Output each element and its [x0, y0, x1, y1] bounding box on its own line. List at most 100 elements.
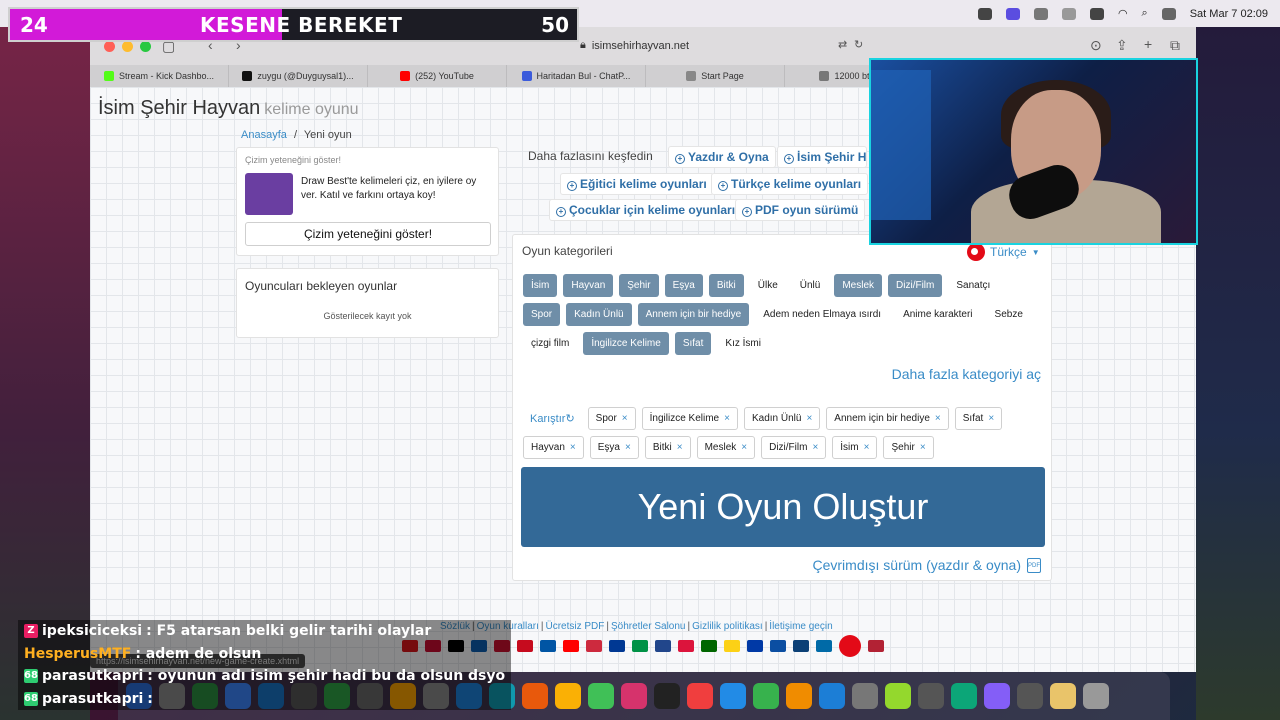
- flag-icon[interactable]: [701, 640, 717, 652]
- flag-icon[interactable]: [609, 640, 625, 652]
- browser-tab[interactable]: Start Page: [646, 65, 785, 87]
- dock-app-icon[interactable]: [984, 683, 1010, 709]
- category-toggle[interactable]: Dizi/Film: [888, 274, 943, 297]
- selected-category-chip[interactable]: Hayvan ×: [523, 436, 584, 459]
- menubar-clock[interactable]: Sat Mar 7 02:09: [1190, 8, 1268, 20]
- remove-icon[interactable]: ×: [988, 413, 994, 424]
- category-toggle[interactable]: Annem için bir hediye: [637, 303, 750, 326]
- new-tab-icon[interactable]: +: [1144, 36, 1152, 52]
- selected-category-chip[interactable]: Kadın Ünlü ×: [743, 407, 821, 430]
- flag-icon[interactable]: [793, 640, 809, 652]
- category-toggle[interactable]: İngilizce Kelime: [583, 332, 669, 355]
- footer-link[interactable]: Gizlilik politikası: [692, 621, 763, 632]
- address-bar[interactable]: 🔒︎ isimsehirhayvan.net: [580, 39, 689, 52]
- reload-icon[interactable]: ↻: [854, 38, 863, 51]
- discover-link-children[interactable]: + Çocuklar için kelime oyunları: [549, 199, 743, 221]
- remove-icon[interactable]: ×: [812, 442, 818, 453]
- remove-icon[interactable]: ×: [806, 413, 812, 424]
- category-toggle[interactable]: İsim: [523, 274, 558, 297]
- dock-app-icon[interactable]: [786, 683, 812, 709]
- remove-icon[interactable]: ×: [724, 413, 730, 424]
- draw-best-button[interactable]: Çizim yeteneğini göster!: [245, 222, 491, 246]
- screen-record-icon[interactable]: [1005, 7, 1020, 20]
- remove-icon[interactable]: ×: [570, 442, 576, 453]
- category-toggle[interactable]: Sanatçı: [948, 274, 998, 297]
- category-toggle[interactable]: Sıfat: [674, 332, 712, 355]
- status-icon[interactable]: [977, 7, 992, 20]
- wifi-icon[interactable]: ◠: [1118, 7, 1128, 20]
- discover-link-ish[interactable]: +İsim Şehir Hay: [777, 146, 867, 168]
- cloud-icon[interactable]: [1061, 7, 1076, 20]
- flag-icon[interactable]: [632, 640, 648, 652]
- breadcrumb-home-link[interactable]: Anasayfa: [241, 129, 287, 141]
- discover-link-educational[interactable]: + Eğitici kelime oyunları: [560, 173, 714, 195]
- language-selector[interactable]: Türkçe ▼: [967, 243, 1040, 261]
- category-toggle[interactable]: Anime karakteri: [895, 303, 980, 326]
- browser-tab[interactable]: zuygu (@Duyguysal1)...: [229, 65, 368, 87]
- shuffle-button[interactable]: Karıştır ↻: [523, 407, 582, 430]
- remove-icon[interactable]: ×: [935, 413, 941, 424]
- flag-icon[interactable]: [816, 640, 832, 652]
- dock-app-icon[interactable]: [555, 683, 581, 709]
- chat-username[interactable]: ipeksiciceksi: [42, 623, 142, 639]
- flag-icon[interactable]: [724, 640, 740, 652]
- dock-app-icon[interactable]: [951, 683, 977, 709]
- flag-icon[interactable]: [747, 640, 763, 652]
- tab-overview-icon[interactable]: ⧉: [1170, 37, 1180, 54]
- search-icon[interactable]: ⌕: [1142, 7, 1148, 20]
- flag-icon[interactable]: [540, 640, 556, 652]
- flag-icon[interactable]: [839, 635, 861, 657]
- category-toggle[interactable]: Spor: [523, 303, 561, 326]
- category-toggle[interactable]: Eşya: [664, 274, 703, 297]
- close-window-button[interactable]: [104, 41, 115, 52]
- selected-category-chip[interactable]: Annem için bir hediye ×: [826, 407, 949, 430]
- selected-category-chip[interactable]: Spor ×: [587, 407, 636, 430]
- chat-username[interactable]: parasutkapri: [42, 668, 143, 684]
- dock-app-icon[interactable]: [819, 683, 845, 709]
- selected-category-chip[interactable]: Dizi/Film ×: [761, 436, 827, 459]
- zoom-window-button[interactable]: [140, 41, 151, 52]
- remove-icon[interactable]: ×: [920, 442, 926, 453]
- discover-link-print-play[interactable]: + Yazdır & Oyna: [668, 146, 776, 168]
- discover-link-turkish[interactable]: + Türkçe kelime oyunları: [711, 173, 869, 195]
- flag-icon[interactable]: [563, 640, 579, 652]
- category-toggle[interactable]: Ünlü: [792, 274, 829, 297]
- offline-version-link[interactable]: Çevrimdışı sürüm (yazdır & oyna) PDF: [813, 557, 1041, 573]
- site-title[interactable]: İsim Şehir Hayvan kelime oyunu: [98, 97, 359, 120]
- selected-category-chip[interactable]: İngilizce Kelime ×: [641, 407, 738, 430]
- grid-icon[interactable]: [1033, 7, 1048, 20]
- chat-username[interactable]: parasutkapri: [42, 691, 143, 707]
- remove-icon[interactable]: ×: [864, 442, 870, 453]
- selected-category-chip[interactable]: Eşya ×: [589, 436, 639, 459]
- category-toggle[interactable]: çizgi film: [523, 332, 577, 355]
- dock-app-icon[interactable]: [522, 683, 548, 709]
- browser-tab[interactable]: Haritadan Bul - ChatP...: [507, 65, 646, 87]
- dock-app-icon[interactable]: [588, 683, 614, 709]
- selected-category-chip[interactable]: İsim ×: [832, 436, 878, 459]
- flag-icon[interactable]: [655, 640, 671, 652]
- footer-link[interactable]: İletişime geçin: [769, 621, 832, 632]
- selected-category-chip[interactable]: Bitki ×: [644, 436, 691, 459]
- dock-app-icon[interactable]: [852, 683, 878, 709]
- dock-app-icon[interactable]: [1017, 683, 1043, 709]
- control-center-icon[interactable]: [1161, 7, 1176, 20]
- remove-icon[interactable]: ×: [741, 442, 747, 453]
- dock-app-icon[interactable]: [753, 683, 779, 709]
- draw-best-thumbnail[interactable]: [245, 173, 293, 215]
- chat-username[interactable]: HesperusMTF: [24, 646, 131, 662]
- minimize-window-button[interactable]: [122, 41, 133, 52]
- share-icon[interactable]: ⇪: [1116, 37, 1128, 54]
- browser-tab[interactable]: Stream - Kick Dashbo...: [90, 65, 229, 87]
- battery-icon[interactable]: [1089, 7, 1104, 20]
- browser-tab[interactable]: (252) YouTube: [368, 65, 507, 87]
- discover-link-pdf[interactable]: + PDF oyun sürümü: [735, 199, 866, 221]
- remove-icon[interactable]: ×: [622, 413, 628, 424]
- create-new-game-button[interactable]: Yeni Oyun Oluştur: [521, 467, 1045, 547]
- selected-category-chip[interactable]: Şehir ×: [883, 436, 934, 459]
- category-toggle[interactable]: Kız İsmi: [717, 332, 769, 355]
- category-toggle[interactable]: Adem neden Elmaya ısırdı: [755, 303, 889, 326]
- more-categories-link[interactable]: Daha fazla kategoriyi aç: [892, 366, 1041, 382]
- flag-icon[interactable]: [678, 640, 694, 652]
- dock-app-icon[interactable]: [918, 683, 944, 709]
- selected-category-chip[interactable]: Sıfat ×: [954, 407, 1003, 430]
